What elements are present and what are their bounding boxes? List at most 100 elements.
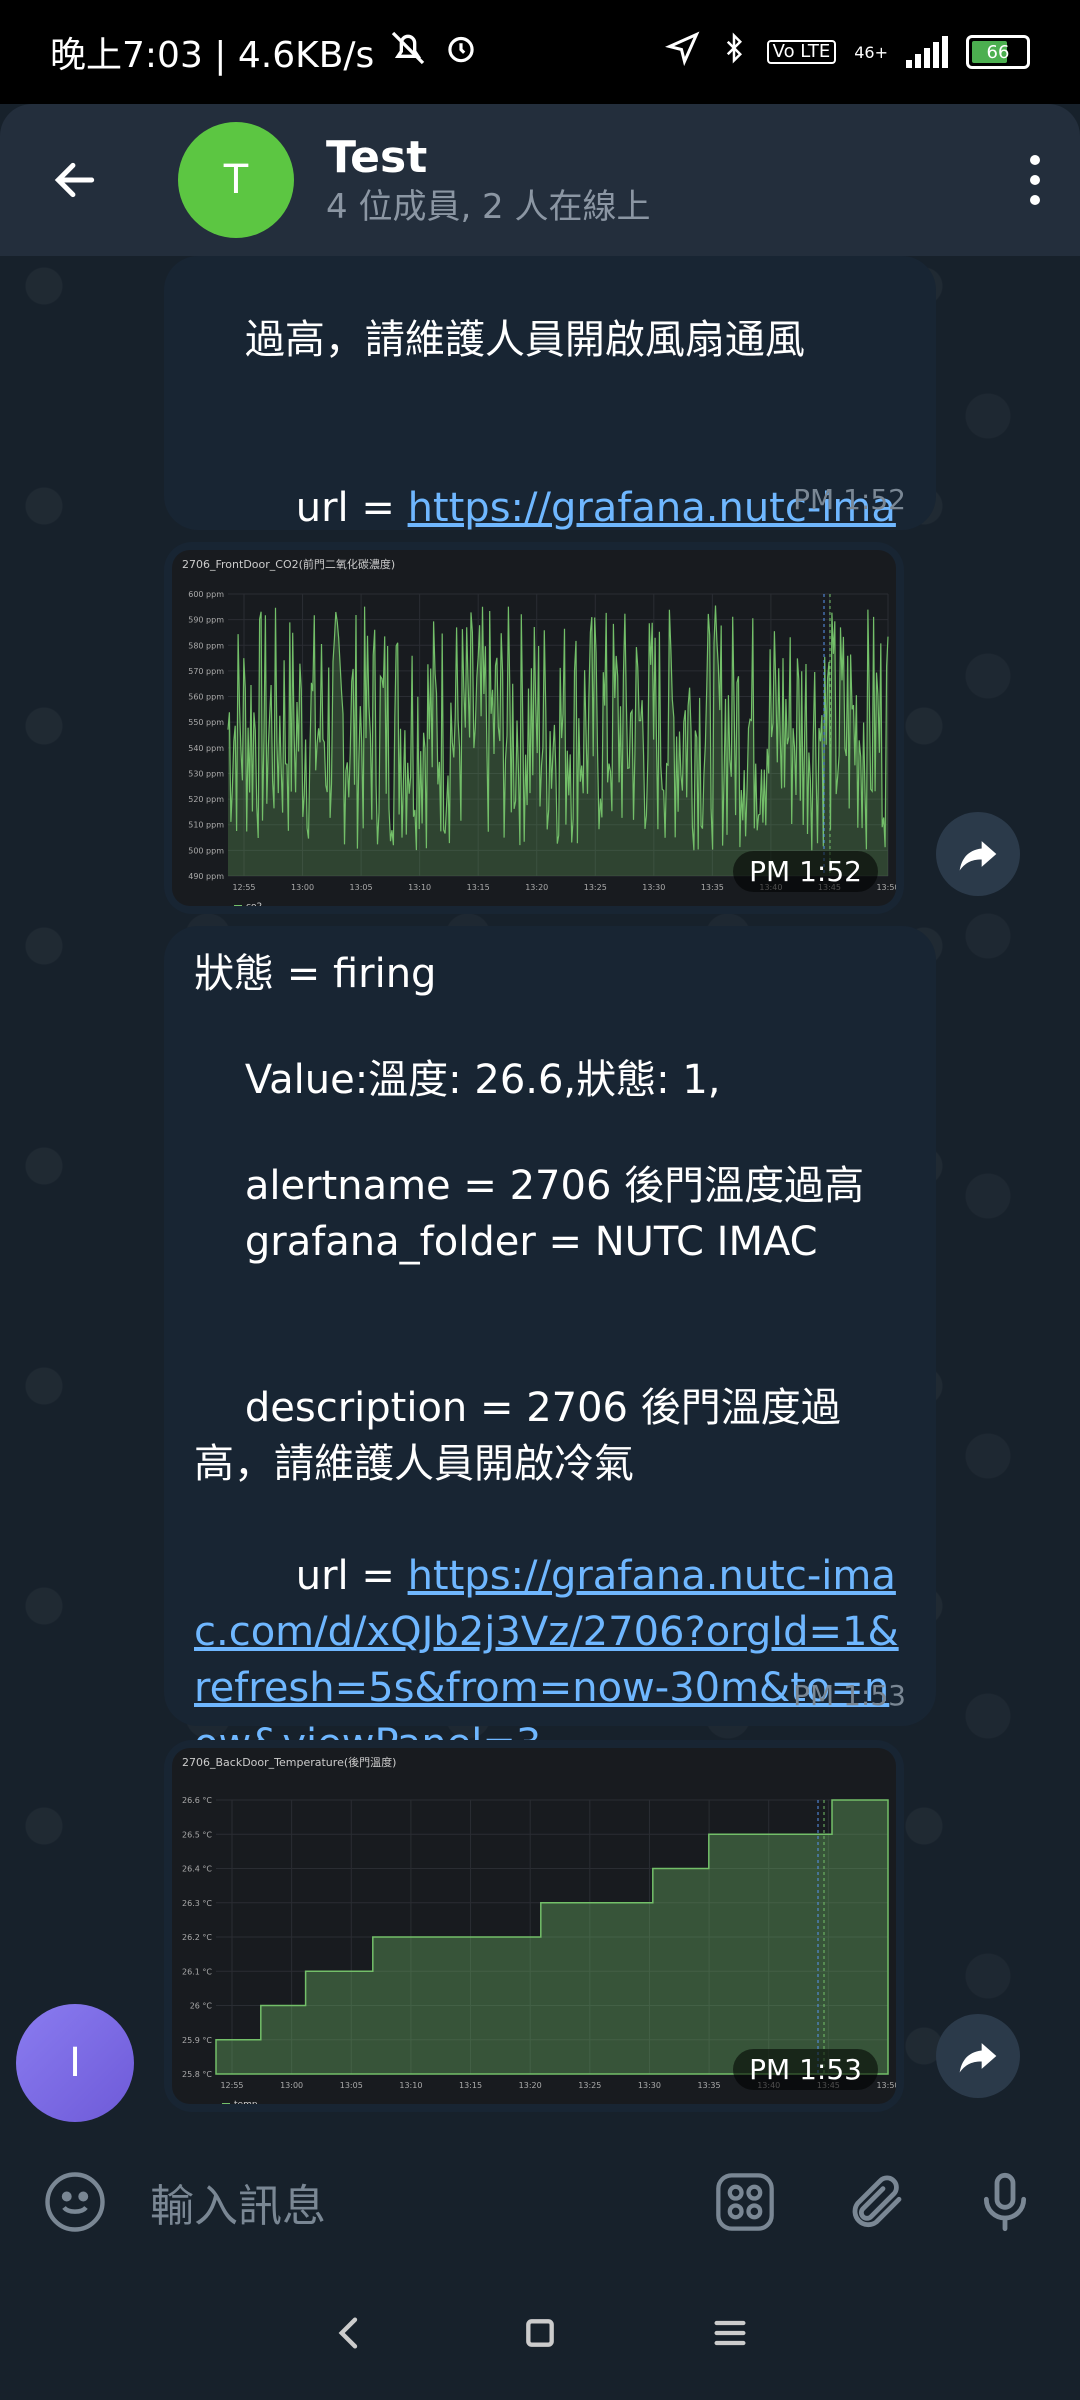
legend-label: temp	[234, 2100, 258, 2104]
battery-icon: 66	[966, 35, 1030, 69]
co2-area	[228, 605, 888, 876]
x-tick-label: 13:30	[638, 2081, 661, 2090]
y-tick-label: 26.1 °C	[182, 1967, 212, 1976]
voice-button[interactable]	[960, 2170, 1050, 2234]
y-tick-label: 520 ppm	[188, 795, 224, 804]
image-message[interactable]: 2706_FrontDoor_CO2(前門二氧化碳濃度) 600 ppm 590 …	[164, 542, 904, 914]
url-label: url =	[244, 485, 408, 531]
message-bubble[interactable]: 過高，請維護人員開啟風扇通風 url = https://grafana.nut…	[164, 256, 936, 699]
more-vert-icon	[1030, 150, 1040, 210]
x-tick-label: 13:00	[291, 883, 314, 892]
y-tick-label: 26.2 °C	[182, 1933, 212, 1942]
x-tick-label: 13:20	[525, 883, 548, 892]
sender-avatar[interactable]: I	[16, 2004, 134, 2122]
x-tick-label: 13:35	[698, 2081, 721, 2090]
y-tick-label: 26.6 °C	[182, 1796, 212, 1805]
grid-icon	[716, 2173, 774, 2231]
nav-back-button[interactable]	[330, 2313, 370, 2357]
status-time: 晚上7:03 | 4.6KB/s	[50, 35, 375, 76]
x-tick-label: 13:35	[701, 883, 724, 892]
x-tick-label: 13:50	[876, 2081, 896, 2090]
x-tick-label: 13:25	[578, 2081, 601, 2090]
y-tick-label: 26.4 °C	[182, 1865, 212, 1874]
message-time: PM 1:52	[793, 483, 906, 516]
x-tick-label: 13:50	[876, 883, 896, 892]
forward-icon	[959, 841, 997, 871]
legend-label: co2	[246, 902, 262, 906]
nav-home-button[interactable]	[520, 2313, 560, 2357]
message-text-line: 過高，請維護人員開啟風扇通風	[244, 317, 805, 363]
y-tick-label: 560 ppm	[188, 693, 224, 702]
alarm-icon	[442, 29, 480, 76]
volte-badge: Vo LTE	[766, 40, 837, 64]
microphone-icon	[983, 2172, 1027, 2232]
forward-icon	[959, 2043, 997, 2073]
emoji-button[interactable]	[30, 2169, 120, 2235]
image-message[interactable]: 2706_BackDoor_Temperature(後門溫度) 26.6 °C 2…	[164, 1740, 904, 2112]
url-label: url =	[244, 1553, 408, 1599]
x-tick-label: 13:25	[584, 883, 607, 892]
system-nav-bar	[0, 2270, 1080, 2400]
x-tick-label: 12:55	[220, 2081, 243, 2090]
y-tick-label: 26.3 °C	[182, 1899, 212, 1908]
x-tick-label: 13:10	[408, 883, 431, 892]
avatar-letter: I	[69, 2040, 81, 2086]
y-tick-label: 580 ppm	[188, 641, 224, 650]
avatar-letter: T	[223, 157, 249, 203]
message-text-line: Value:溫度: 26.6,狀態: 1,	[194, 1057, 721, 1103]
x-tick-label: 13:05	[350, 883, 373, 892]
message-time: PM 1:53	[793, 1679, 906, 1712]
message-composer: 輸入訊息	[0, 2134, 1080, 2270]
message-text: 過高，請維護人員開啟風扇通風	[194, 256, 906, 424]
chat-avatar[interactable]: T	[178, 122, 294, 238]
y-tick-label: 570 ppm	[188, 667, 224, 676]
mute-icon	[388, 28, 428, 77]
more-menu-button[interactable]	[990, 150, 1080, 210]
signal-icon	[906, 36, 948, 68]
message-text-line: grafana_folder = NUTC IMAC	[194, 1219, 818, 1265]
message-bubble[interactable]: 狀態 = firing Value:溫度: 26.6,狀態: 1, alertn…	[164, 926, 936, 1767]
y-tick-label: 26.5 °C	[182, 1830, 212, 1839]
x-tick-label: 13:15	[467, 883, 490, 892]
chat-subtitle: 4 位成員, 2 人在線上	[326, 187, 651, 227]
x-tick-label: 13:15	[459, 2081, 482, 2090]
y-tick-label: 26 °C	[190, 2002, 213, 2011]
menu-icon	[714, 2320, 746, 2346]
y-tick-label: 25.9 °C	[182, 2036, 212, 2045]
nav-recents-button[interactable]	[710, 2313, 750, 2357]
network-type: 46+	[854, 42, 888, 62]
y-tick-label: 550 ppm	[188, 718, 224, 727]
y-tick-label: 25.8 °C	[182, 2070, 212, 2079]
chevron-left-icon	[338, 2317, 358, 2349]
message-text-line: 狀態 = firing	[194, 951, 437, 997]
y-tick-label: 510 ppm	[188, 821, 224, 830]
image-time-badge: PM 1:53	[733, 2049, 878, 2090]
chat-info[interactable]: Test 4 位成員, 2 人在線上	[326, 131, 990, 229]
message-input[interactable]: 輸入訊息	[150, 2170, 700, 2234]
forward-button[interactable]	[936, 812, 1020, 896]
attach-button[interactable]	[830, 2170, 920, 2234]
x-tick-label: 13:10	[399, 2081, 422, 2090]
image-time-badge: PM 1:52	[733, 851, 878, 892]
paperclip-icon	[852, 2175, 902, 2228]
y-tick-label: 500 ppm	[188, 846, 224, 855]
status-bar: 晚上7:03 | 4.6KB/s Vo LTE 46+ 66	[0, 0, 1080, 104]
y-tick-label: 530 ppm	[188, 769, 224, 778]
chat-header: T Test 4 位成員, 2 人在線上	[0, 104, 1080, 256]
x-tick-label: 13:30	[642, 883, 665, 892]
back-button[interactable]	[0, 104, 150, 256]
square-icon	[526, 2319, 554, 2347]
y-tick-label: 590 ppm	[188, 616, 224, 625]
bluetooth-icon	[719, 29, 749, 76]
forward-button[interactable]	[936, 2014, 1020, 2098]
bot-menu-button[interactable]	[700, 2170, 790, 2234]
emoji-icon	[45, 2172, 105, 2232]
x-tick-label: 12:55	[232, 883, 255, 892]
message-text-line: alertname = 2706 後門溫度過高	[194, 1163, 865, 1209]
battery-level: 66	[986, 41, 1010, 63]
chat-title: Test	[326, 132, 428, 183]
location-icon	[664, 30, 701, 75]
x-tick-label: 13:20	[519, 2081, 542, 2090]
grafana-chart-temperature: 2706_BackDoor_Temperature(後門溫度) 26.6 °C 2…	[172, 1748, 896, 2104]
message-text-line: description = 2706 後門溫度過高，請維護人員開啟冷氣	[194, 1385, 841, 1487]
